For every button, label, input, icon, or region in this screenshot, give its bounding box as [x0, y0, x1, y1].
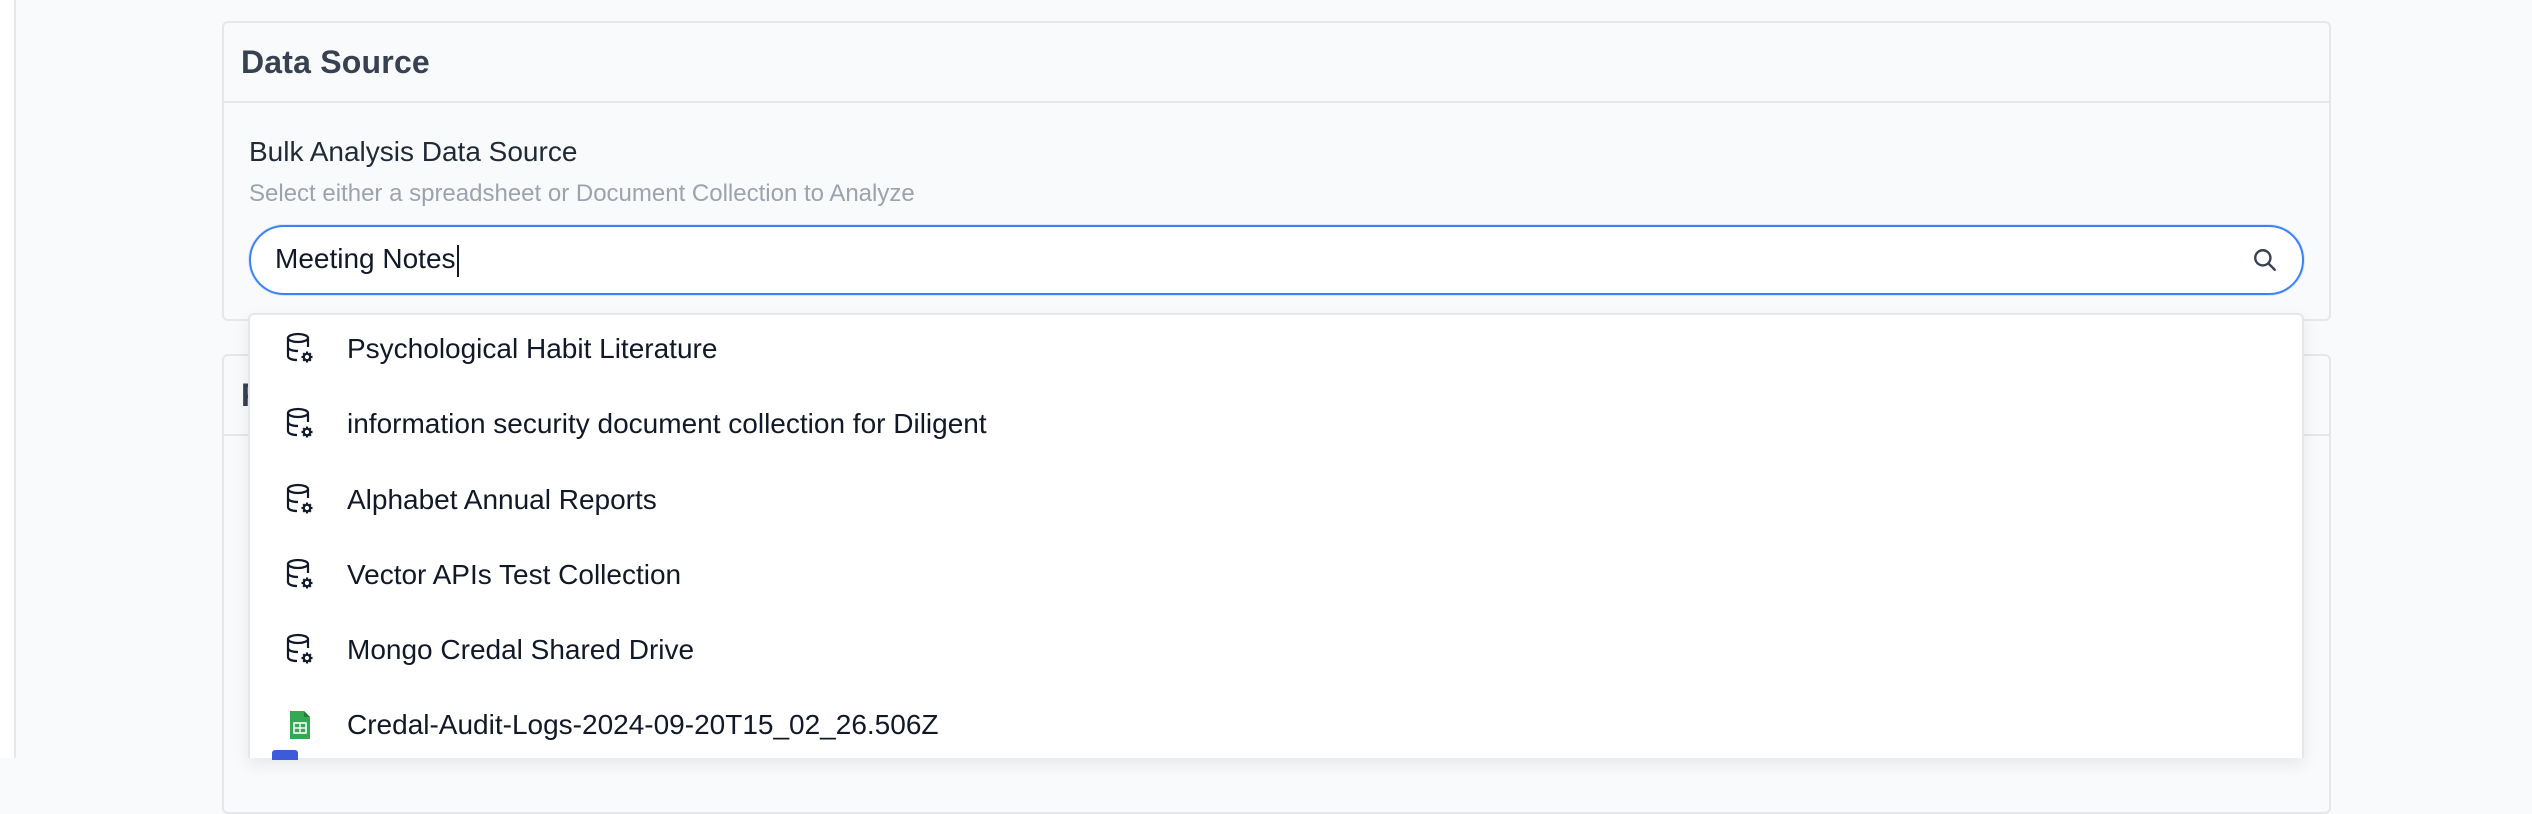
dropdown-option-alphabet-annual-reports[interactable]: Alphabet Annual Reports: [250, 462, 2302, 537]
dropdown-option-label: Psychological Habit Literature: [347, 332, 718, 364]
data-source-header: Data Source: [224, 23, 2329, 103]
dropdown-option-label: Credal-Audit-Logs-2024-09-20T15_02_26.50…: [347, 708, 939, 740]
bulk-analysis-field-help: Select either a spreadsheet or Document …: [249, 180, 915, 207]
text-caret: [456, 244, 459, 277]
database-gear-icon: [284, 406, 316, 442]
dropdown-option-label: Vector APIs Test Collection: [347, 558, 682, 590]
bulk-analysis-field-label: Bulk Analysis Data Source: [249, 136, 578, 167]
dropdown-option-label: information security document collection…: [347, 407, 987, 439]
database-gear-icon: [284, 331, 316, 367]
dropdown-option-vector-apis-test-collection[interactable]: Vector APIs Test Collection: [250, 537, 2302, 612]
database-gear-icon: [284, 482, 316, 518]
database-gear-icon: [284, 632, 316, 668]
partial-next-option-icon: [272, 750, 298, 760]
dropdown-option-information-security[interactable]: information security document collection…: [250, 386, 2302, 461]
database-gear-icon: [284, 557, 316, 593]
search-icon[interactable]: [2250, 245, 2280, 275]
data-source-search-input[interactable]: Meeting Notes: [249, 225, 2304, 295]
dropdown-option-label: Alphabet Annual Reports: [347, 483, 657, 515]
dropdown-option-label: Mongo Credal Shared Drive: [347, 633, 695, 665]
data-source-title: Data Source: [241, 43, 430, 80]
search-input-value[interactable]: Meeting Notes: [275, 243, 2250, 277]
data-source-card: Data Source Bulk Analysis Data Source Se…: [222, 21, 2331, 321]
dropdown-option-credal-audit-logs[interactable]: Credal-Audit-Logs-2024-09-20T15_02_26.50…: [250, 687, 2302, 758]
dropdown-option-mongo-credal-shared-drive[interactable]: Mongo Credal Shared Drive: [250, 612, 2302, 687]
spreadsheet-icon: [284, 707, 316, 743]
dropdown-option-psychological-habit-literature[interactable]: Psychological Habit Literature: [250, 315, 2302, 386]
data-source-dropdown: Psychological Habit Literature informati…: [248, 313, 2304, 758]
left-rail: [0, 0, 16, 758]
